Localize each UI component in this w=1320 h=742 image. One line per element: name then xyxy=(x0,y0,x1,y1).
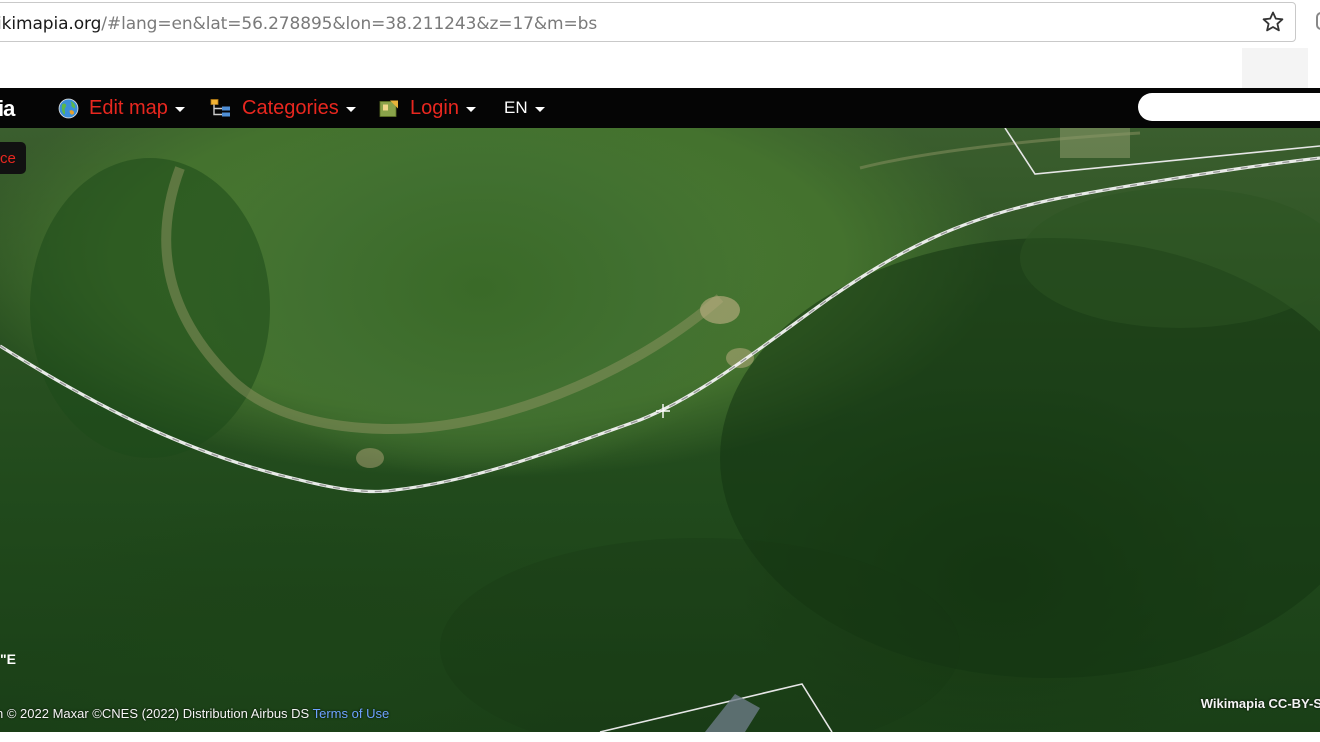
language-menu[interactable]: EN xyxy=(504,88,545,128)
map-overlay xyxy=(0,128,1320,732)
clearing xyxy=(356,448,384,468)
key-card-icon xyxy=(379,100,398,117)
attribution-text: n © 2022 Maxar ©CNES (2022) Distribution… xyxy=(0,706,313,721)
star-icon[interactable] xyxy=(1261,10,1285,34)
chevron-down-icon xyxy=(465,106,476,112)
chevron-down-icon xyxy=(345,106,356,112)
url-host: ikimapia.org xyxy=(0,14,102,34)
chevron-down-icon xyxy=(174,106,185,112)
categories-label: Categories xyxy=(242,96,339,119)
clearing xyxy=(700,296,740,324)
login-menu[interactable]: Login xyxy=(378,88,476,128)
categories-menu[interactable]: Categories xyxy=(210,88,356,128)
login-label: Login xyxy=(410,96,459,119)
toolbar-ghost-area xyxy=(1242,48,1308,88)
field-plot xyxy=(1060,128,1130,158)
language-label: EN xyxy=(504,98,528,117)
boundary-line xyxy=(1004,128,1320,175)
clearing xyxy=(726,348,754,368)
top-navigation: ia Edit map Categories Login EN xyxy=(0,88,1320,128)
license-text: Wikimapia CC-BY-S xyxy=(1200,696,1320,711)
place-badge-label: ce xyxy=(0,149,16,167)
browser-toolbar-strip xyxy=(0,44,1320,88)
terms-of-use-link[interactable]: Terms of Use xyxy=(313,706,390,721)
tree-list-icon xyxy=(210,98,230,116)
url-path: /#lang=en&lat=56.278895&lon=38.211243&z=… xyxy=(101,14,598,34)
map-attribution: n © 2022 Maxar ©CNES (2022) Distribution… xyxy=(0,706,389,721)
bottom-strip xyxy=(0,732,1320,742)
place-badge[interactable]: ce xyxy=(0,142,26,174)
search-input[interactable] xyxy=(1138,93,1320,121)
site-logo[interactable]: ia xyxy=(0,96,15,122)
url-text[interactable]: ikimapia.org/#lang=en&lat=56.278895&lon=… xyxy=(0,14,597,34)
forest-patch xyxy=(30,158,270,458)
extension-icon[interactable] xyxy=(1316,12,1320,30)
address-bar[interactable]: ikimapia.org/#lang=en&lat=56.278895&lon=… xyxy=(0,2,1296,42)
globe-icon xyxy=(58,98,79,118)
satellite-map[interactable]: ce "E n © 2022 Maxar ©CNES (2022) Distri… xyxy=(0,128,1320,732)
edit-map-label: Edit map xyxy=(89,96,168,119)
chevron-down-icon xyxy=(534,106,545,112)
coordinate-readout: "E xyxy=(0,651,16,667)
edit-map-menu[interactable]: Edit map xyxy=(58,88,185,128)
